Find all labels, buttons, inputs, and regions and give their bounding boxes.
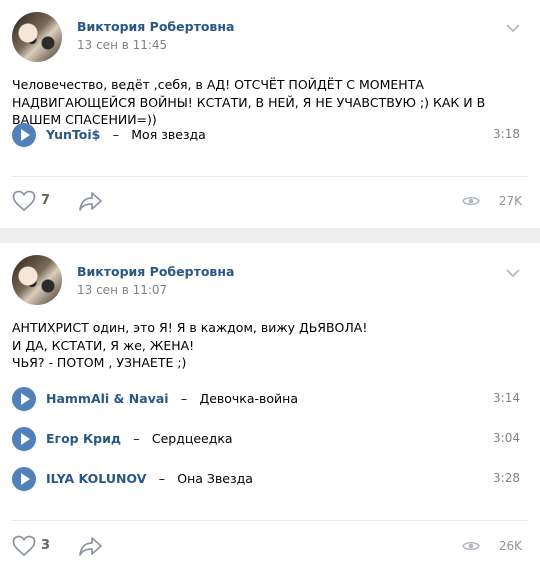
heart-icon [12,535,36,557]
play-icon[interactable] [12,123,36,147]
track-separator: – [172,391,196,406]
avatar[interactable] [12,12,62,62]
track-title: Сердцеедка [151,431,233,446]
play-icon[interactable] [12,467,36,491]
track-title: Моя звезда [131,127,206,142]
chevron-down-icon[interactable] [506,269,520,278]
wall-post: Виктория Робертовна 13 сен в 11:07 АНТИХ… [0,243,540,568]
track-separator: – [104,127,127,142]
audio-track[interactable]: Егор Крид – Сердцеедка 3:04 [12,427,520,451]
heart-icon [12,190,36,212]
track-artist[interactable]: Егор Крид [46,431,121,446]
audio-track[interactable]: YunToi$ – Моя звезда 3:18 [12,123,520,147]
post-author[interactable]: Виктория Робертовна [77,264,234,279]
views-count: 26K [498,539,522,553]
track-title: Она Звезда [177,471,253,486]
post-text: АНТИХРИСТ один, это Я! Я в каждом, вижу … [12,319,530,372]
post-author[interactable]: Виктория Робертовна [77,19,234,34]
avatar[interactable] [12,255,62,305]
track-separator: – [125,431,148,446]
track-title: Девочка-война [199,391,298,406]
post-text-line: И ДА, КСТАТИ, Я же, ЖЕНА! [12,337,195,353]
post-date[interactable]: 13 сен в 11:45 [77,38,167,52]
share-icon[interactable] [78,535,104,557]
like-count: 7 [41,193,51,208]
views-counter: 27K [462,192,522,212]
divider [12,520,528,521]
track-duration: 3:04 [493,431,520,445]
wall-post: Виктория Робертовна 13 сен в 11:45 Челов… [0,0,540,228]
track-artist[interactable]: ILYA KOLUNOV [46,471,146,486]
track-artist[interactable]: YunToi$ [46,127,100,142]
chevron-down-icon[interactable] [506,24,520,33]
divider [12,176,528,177]
track-duration: 3:14 [493,391,520,405]
eye-icon [462,541,480,551]
like-button[interactable]: 3 [12,535,72,557]
like-button[interactable]: 7 [12,190,72,212]
track-duration: 3:28 [493,471,520,485]
like-count: 3 [41,538,51,553]
play-icon[interactable] [12,427,36,451]
track-artist[interactable]: HammAli & Navai [46,391,169,406]
audio-track[interactable]: HammAli & Navai – Девочка-война 3:14 [12,387,520,411]
post-text-line: ЧЬЯ? - ПОТОМ , УЗНАЕТЕ ;) [12,355,187,370]
audio-track[interactable]: ILYA KOLUNOV – Она Звезда 3:28 [12,467,520,491]
post-text: Человечество, ведёт ,себя, в АД! ОТСЧЁТ … [12,77,486,127]
play-icon[interactable] [12,387,36,411]
eye-icon [462,196,480,206]
views-count: 27K [498,194,522,208]
track-separator: – [150,471,173,486]
post-date[interactable]: 13 сен в 11:07 [77,283,167,297]
post-text-line: АНТИХРИСТ один, это Я! Я в каждом, вижу … [12,320,368,335]
views-counter: 26K [462,537,522,557]
track-duration: 3:18 [493,127,520,141]
share-icon[interactable] [78,190,104,212]
